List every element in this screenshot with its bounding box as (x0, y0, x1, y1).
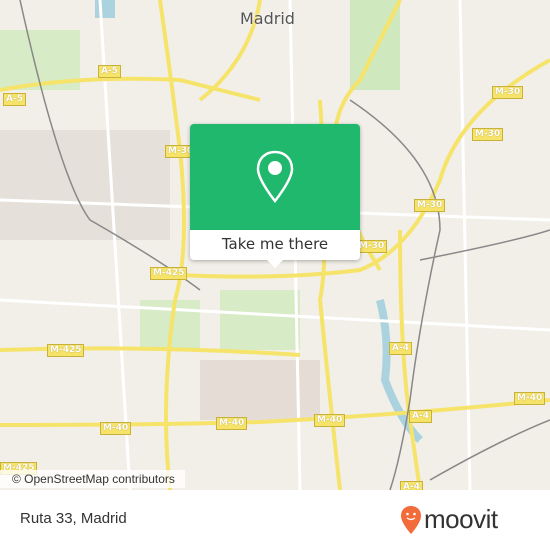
popup-pointer (267, 260, 283, 268)
place-name: Ruta 33, Madrid (20, 510, 127, 527)
moovit-logo: moovit (400, 504, 498, 535)
road-label: M-30 (492, 86, 524, 99)
road-label: A-5 (3, 93, 26, 106)
road-label: M-425 (150, 267, 188, 280)
road-label: M-40 (216, 417, 248, 430)
road-label: M-30 (472, 128, 504, 141)
location-popup: Take me there (190, 124, 360, 268)
road-label: A-5 (98, 65, 121, 78)
road-label: M-30 (414, 199, 446, 212)
road-label: M-30 (356, 240, 388, 253)
road-label: M-40 (514, 392, 546, 405)
city-label: Madrid (240, 9, 295, 28)
moovit-pin-icon (401, 505, 421, 534)
road-label: M-40 (100, 422, 132, 435)
map[interactable]: Madrid A-5 A-5 M-30 M-30 M-30 M-30 M-30 … (0, 0, 550, 494)
take-me-there-button[interactable]: Take me there (190, 230, 360, 260)
brand-name: moovit (424, 504, 498, 534)
popup-header (190, 124, 360, 230)
road-label: A-4 (409, 410, 432, 423)
footer: Ruta 33, Madrid moovit (0, 490, 550, 550)
attribution[interactable]: © OpenStreetMap contributors (0, 470, 185, 488)
road-label: M-40 (314, 414, 346, 427)
road-label: M-425 (47, 344, 85, 357)
map-pin-icon (256, 150, 294, 203)
road-label: A-4 (389, 342, 412, 355)
